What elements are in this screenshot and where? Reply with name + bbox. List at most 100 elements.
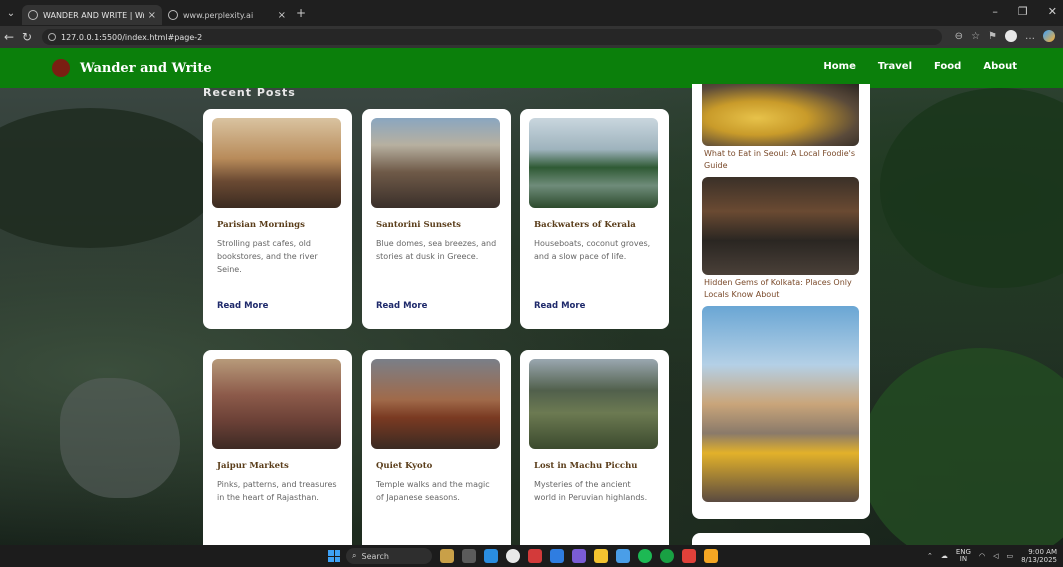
browser-tab-bar: ⌄ WANDER AND WRITE | Write Your × www.pe…	[0, 0, 1063, 26]
kolkata-market-photo[interactable]	[702, 176, 859, 275]
search-placeholder: Search	[361, 551, 389, 561]
task-view-icon[interactable]	[462, 549, 476, 563]
nav-food[interactable]: Food	[934, 61, 961, 72]
nav-travel[interactable]: Travel	[878, 61, 912, 72]
chrome-icon[interactable]	[506, 549, 520, 563]
seoul-food-photo[interactable]	[702, 84, 859, 146]
xbox-icon[interactable]	[660, 549, 674, 563]
post-title[interactable]: Quiet Kyoto	[371, 449, 502, 471]
background-hill	[880, 88, 1063, 288]
taskbar-search[interactable]: ⌕ Search	[346, 548, 432, 564]
kyoto-photo	[371, 359, 500, 449]
system-tray: ⌃ ☁ ENG IN ◠ ◁ ▭ 9:00 AM 8/13/2025	[927, 548, 1057, 565]
copilot-icon[interactable]	[1043, 30, 1055, 42]
new-tab-icon[interactable]: +	[296, 6, 306, 20]
region-text: IN	[959, 555, 968, 564]
windows-start-icon[interactable]	[328, 550, 340, 562]
post-desc: Pinks, patterns, and treasures in the he…	[217, 480, 337, 502]
globe-icon	[28, 10, 38, 20]
time-text: 9:00 AM	[1028, 548, 1057, 556]
minimize-icon[interactable]: –	[992, 5, 998, 18]
read-more-link[interactable]: Read More	[212, 301, 273, 311]
read-more-link[interactable]: Read More	[371, 301, 432, 311]
zoom-icon[interactable]: ⊖	[955, 31, 963, 42]
post-title[interactable]: Jaipur Markets	[212, 449, 343, 471]
taskbar-apps	[440, 549, 718, 563]
weather-icon[interactable]: ☁	[941, 552, 948, 560]
post-card[interactable]: Parisian Mornings Strolling past cafes, …	[203, 109, 352, 329]
tab-actions-chevron-icon[interactable]: ⌄	[0, 8, 22, 19]
file-explorer-icon[interactable]	[594, 549, 608, 563]
more-options-icon[interactable]: …	[1025, 31, 1035, 42]
close-icon[interactable]: ×	[278, 10, 286, 21]
post-title[interactable]: Parisian Mornings	[212, 208, 343, 230]
site-brand[interactable]: Wander and Write	[80, 61, 212, 76]
nav-links: Home Travel Food About	[823, 61, 1017, 72]
post-card[interactable]: Backwaters of Kerala Houseboats, coconut…	[520, 109, 669, 329]
restore-icon[interactable]: ❐	[1018, 5, 1028, 18]
back-arrow-icon[interactable]: ←	[0, 30, 18, 44]
machu-picchu-photo	[529, 359, 658, 449]
tab-perplexity[interactable]: www.perplexity.ai ×	[162, 5, 292, 25]
logo-icon[interactable]	[52, 59, 70, 77]
language-indicator[interactable]: ENG IN	[956, 548, 971, 564]
taskbar: ⌕ Search ⌃ ☁ ENG IN ◠ ◁ ▭ 9:00 AM 8/13/2…	[0, 545, 1063, 567]
post-card[interactable]: Santorini Sunsets Blue domes, sea breeze…	[362, 109, 511, 329]
post-title[interactable]: Backwaters of Kerala	[529, 208, 660, 230]
paris-photo	[212, 118, 341, 208]
nav-about[interactable]: About	[983, 61, 1017, 72]
address-bar-row: ← ↻ 127.0.0.1:5500/index.html#page-2 ⊖ ☆…	[0, 26, 1063, 48]
web-page: Wander and Write Home Travel Food About …	[0, 48, 1063, 545]
post-title[interactable]: Lost in Machu Picchu	[529, 449, 660, 471]
post-desc: Strolling past cafes, old bookstores, an…	[217, 239, 318, 274]
favorite-star-icon[interactable]: ☆	[971, 31, 980, 42]
chevron-up-icon[interactable]: ⌃	[927, 552, 933, 560]
post-card[interactable]: Jaipur Markets Pinks, patterns, and trea…	[203, 350, 352, 545]
app-icon[interactable]	[572, 549, 586, 563]
app-icon[interactable]	[528, 549, 542, 563]
widgets-icon[interactable]	[440, 549, 454, 563]
spotify-icon[interactable]	[638, 549, 652, 563]
clock[interactable]: 9:00 AM 8/13/2025	[1021, 548, 1057, 565]
volume-icon[interactable]: ◁	[993, 552, 998, 560]
section-title: Recent Posts	[203, 86, 296, 99]
app-icon[interactable]	[616, 549, 630, 563]
edge-icon[interactable]	[484, 549, 498, 563]
post-desc: Blue domes, sea breezes, and stories at …	[376, 239, 497, 261]
sidebar-caption[interactable]: What to Eat in Seoul: A Local Foodie's G…	[702, 146, 860, 177]
street-photo[interactable]	[702, 305, 859, 502]
sidebar-caption[interactable]: Hidden Gems of Kolkata: Places Only Loca…	[702, 275, 860, 306]
wifi-icon[interactable]: ◠	[979, 552, 985, 560]
refresh-icon[interactable]: ↻	[18, 30, 36, 44]
post-card[interactable]: Lost in Machu Picchu Mysteries of the an…	[520, 350, 669, 545]
date-text: 8/13/2025	[1021, 556, 1057, 565]
post-desc: Temple walks and the magic of Japanese s…	[376, 480, 490, 502]
sidebar: What to Eat in Seoul: A Local Foodie's G…	[692, 84, 870, 519]
background-river	[60, 378, 180, 498]
tab-title: www.perplexity.ai	[183, 10, 254, 20]
nav-home[interactable]: Home	[823, 61, 855, 72]
read-more-link[interactable]: Read More	[529, 301, 590, 311]
tab-wander-and-write[interactable]: WANDER AND WRITE | Write Your ×	[22, 5, 162, 25]
url-field[interactable]: 127.0.0.1:5500/index.html#page-2	[42, 29, 942, 45]
app-icon[interactable]	[704, 549, 718, 563]
santorini-photo	[371, 118, 500, 208]
page-icon	[168, 10, 178, 20]
browser-toolbar: ⊖ ☆ ⚑ …	[955, 30, 1055, 42]
kerala-photo	[529, 118, 658, 208]
window-controls: – ❐ ✕	[992, 5, 1057, 18]
vscode-icon[interactable]	[550, 549, 564, 563]
close-icon[interactable]: ×	[148, 10, 156, 21]
post-title[interactable]: Santorini Sunsets	[371, 208, 502, 230]
battery-icon[interactable]: ▭	[1006, 552, 1013, 560]
close-window-icon[interactable]: ✕	[1048, 5, 1057, 18]
profile-avatar-icon[interactable]	[1005, 30, 1017, 42]
tab-title: WANDER AND WRITE | Write Your	[43, 10, 144, 20]
collections-icon[interactable]: ⚑	[988, 31, 997, 42]
sidebar-next-card	[692, 533, 870, 545]
search-icon: ⌕	[352, 551, 357, 560]
post-desc: Houseboats, coconut groves, and a slow p…	[534, 239, 651, 261]
brave-icon[interactable]	[682, 549, 696, 563]
site-info-icon[interactable]	[48, 33, 56, 41]
post-card[interactable]: Quiet Kyoto Temple walks and the magic o…	[362, 350, 511, 545]
